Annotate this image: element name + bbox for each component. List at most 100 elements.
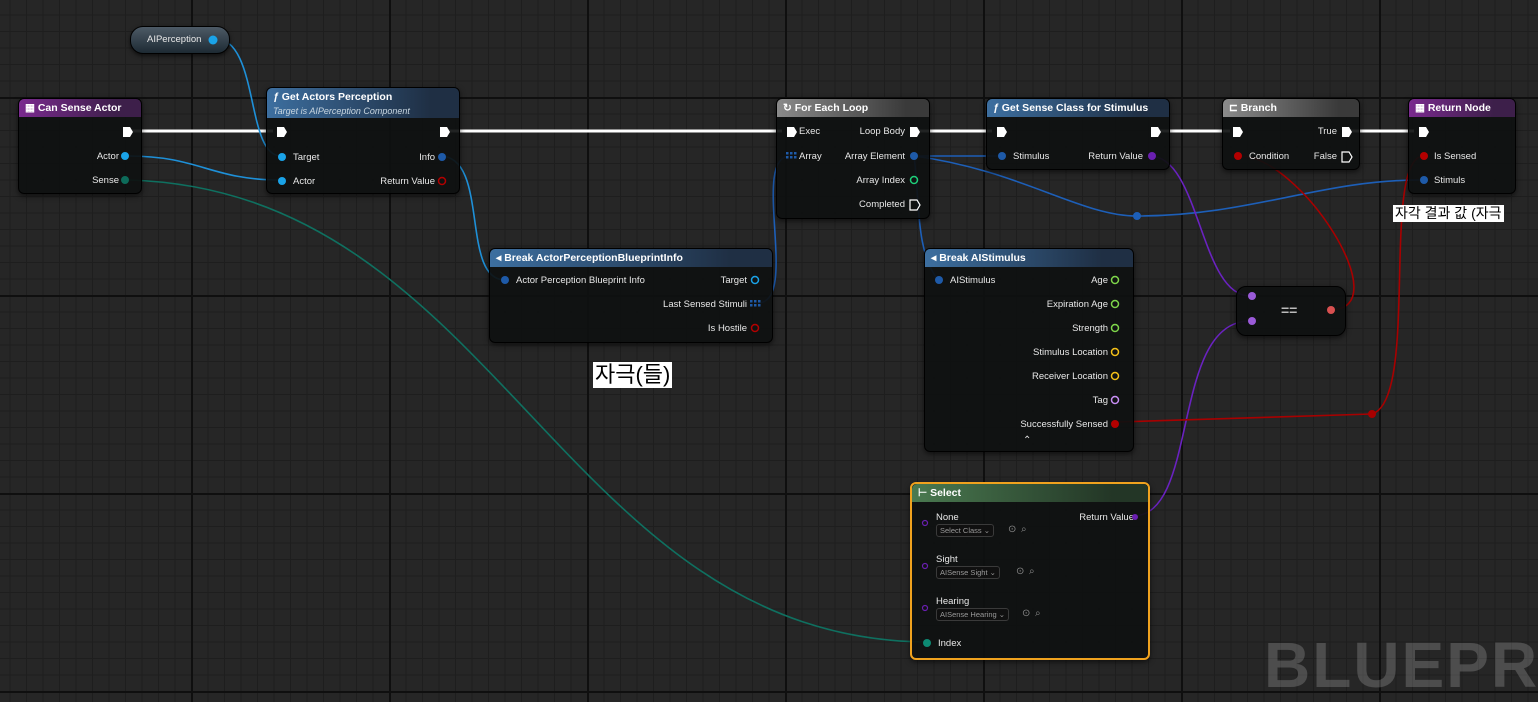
exec-in-pin[interactable] bbox=[1418, 126, 1430, 138]
array-out-pin[interactable] bbox=[750, 299, 762, 311]
class-dropdown[interactable]: AISense Sight ⌄ bbox=[936, 566, 1000, 579]
search-icon[interactable]: ⌕ bbox=[1029, 566, 1035, 577]
struct-pin-label: Actor Perception Blueprint Info bbox=[516, 275, 645, 286]
exec-out-pin[interactable] bbox=[439, 126, 451, 138]
false-pin-label: False bbox=[1313, 151, 1337, 162]
node-title: Break ActorPerceptionBlueprintInfo bbox=[504, 252, 683, 264]
array-element-out-pin[interactable] bbox=[909, 151, 921, 163]
target-pin-label: Target bbox=[720, 275, 747, 286]
node-subtitle: Target is AIPerception Component bbox=[273, 106, 410, 116]
return-value-out-pin[interactable] bbox=[1131, 512, 1143, 524]
actor-pin-label: Actor bbox=[96, 151, 119, 162]
function-icon: ▦ bbox=[1415, 102, 1428, 114]
break-aistimulus-node[interactable]: ◂ Break AIStimulus AIStimulus Age Expira… bbox=[924, 248, 1134, 452]
get-sense-class-node[interactable]: ƒ Get Sense Class for Stimulus Stimulus … bbox=[986, 98, 1170, 170]
search-icon[interactable]: ⌕ bbox=[1035, 608, 1041, 619]
tag-out-pin[interactable] bbox=[1110, 395, 1122, 407]
node-title: Get Actors Perception bbox=[281, 91, 393, 103]
can-sense-actor-node[interactable]: ▦ Can Sense Actor Actor Sense bbox=[18, 98, 142, 194]
completed-pin-label: Completed bbox=[859, 199, 905, 210]
true-out-pin[interactable] bbox=[1341, 126, 1353, 138]
stimuli-caption: 자극(들) bbox=[593, 362, 673, 388]
object-pin[interactable] bbox=[207, 34, 219, 46]
sense-pin-label: Sense bbox=[92, 175, 119, 186]
node-header: ◂ Break ActorPerceptionBlueprintInfo bbox=[490, 249, 772, 267]
bool-out-pin[interactable] bbox=[1326, 305, 1338, 317]
is-sensed-in-pin[interactable] bbox=[1419, 151, 1431, 163]
node-title: Select bbox=[930, 487, 962, 499]
stimulus-location-pin-label: Stimulus Location bbox=[1033, 347, 1108, 358]
class-dropdown[interactable]: AISense Hearing ⌄ bbox=[936, 608, 1010, 621]
equals-operator: == bbox=[1281, 302, 1298, 318]
dropdown-value: AISense Sight bbox=[940, 568, 988, 577]
class-in-pin-b[interactable] bbox=[1247, 316, 1259, 328]
branch-node[interactable]: ⊏ Branch True Condition False bbox=[1222, 98, 1360, 170]
receiver-location-out-pin[interactable] bbox=[1110, 371, 1122, 383]
is-hostile-out-pin[interactable] bbox=[750, 323, 762, 335]
loop-body-out-pin[interactable] bbox=[909, 126, 921, 138]
exec-in-pin[interactable] bbox=[786, 126, 798, 138]
option-none-pin[interactable] bbox=[921, 519, 931, 529]
false-out-pin[interactable] bbox=[1341, 151, 1353, 163]
completed-out-pin[interactable] bbox=[909, 199, 921, 211]
browse-icon[interactable]: ⊙ bbox=[1016, 566, 1024, 577]
aiperception-variable-node[interactable]: AIPerception bbox=[130, 26, 230, 54]
stimulus-location-out-pin[interactable] bbox=[1110, 347, 1122, 359]
class-out-pin[interactable] bbox=[1147, 151, 1159, 163]
index-in-pin[interactable] bbox=[922, 638, 934, 650]
node-title: Break AIStimulus bbox=[939, 252, 1026, 264]
successfully-sensed-out-pin[interactable] bbox=[1110, 419, 1122, 431]
for-each-loop-node[interactable]: ↻ For Each Loop Exec Loop Body Array Arr… bbox=[776, 98, 930, 219]
exec-out-pin[interactable] bbox=[1150, 126, 1162, 138]
browse-icon[interactable]: ⊙ bbox=[1008, 524, 1016, 535]
target-out-pin[interactable] bbox=[750, 275, 762, 287]
target-in-pin[interactable] bbox=[277, 152, 289, 164]
stimuls-in-pin[interactable] bbox=[1419, 175, 1431, 187]
exec-in-pin[interactable] bbox=[276, 126, 288, 138]
break-icon: ◂ bbox=[931, 252, 940, 264]
class-in-pin-a[interactable] bbox=[1247, 291, 1259, 303]
exec-in-pin[interactable] bbox=[996, 126, 1008, 138]
struct-in-pin[interactable] bbox=[934, 275, 946, 287]
return-node[interactable]: ▦ Return Node Is Sensed Stimuls bbox=[1408, 98, 1516, 194]
exec-out-pin[interactable] bbox=[122, 126, 134, 138]
dropdown-value: Select Class bbox=[940, 526, 982, 535]
array-in-pin[interactable] bbox=[786, 151, 798, 163]
search-icon[interactable]: ⌕ bbox=[1021, 524, 1027, 535]
node-header: ƒ Get Sense Class for Stimulus bbox=[987, 99, 1169, 117]
return-value-out-pin[interactable] bbox=[437, 176, 449, 188]
struct-in-pin[interactable] bbox=[500, 275, 512, 287]
strength-out-pin[interactable] bbox=[1110, 323, 1122, 335]
expiration-age-out-pin[interactable] bbox=[1110, 299, 1122, 311]
actor-out-pin[interactable] bbox=[120, 151, 132, 163]
variable-label: AIPerception bbox=[147, 34, 202, 45]
browse-icon[interactable]: ⊙ bbox=[1022, 608, 1030, 619]
age-out-pin[interactable] bbox=[1110, 275, 1122, 287]
tag-pin-label: Tag bbox=[1092, 395, 1108, 406]
select-node[interactable]: ⊢ Select Return Value None Select Class … bbox=[910, 482, 1150, 660]
option-label: None bbox=[936, 512, 959, 523]
array-index-pin-label: Array Index bbox=[856, 175, 905, 186]
break-actor-perception-node[interactable]: ◂ Break ActorPerceptionBlueprintInfo Act… bbox=[489, 248, 773, 343]
option-label: Sight bbox=[936, 554, 958, 565]
class-wire bbox=[1149, 155, 1251, 297]
exec-pin-label: Exec bbox=[799, 126, 821, 137]
collapse-chevron-icon[interactable]: ⌃ bbox=[1023, 435, 1031, 446]
true-pin-label: True bbox=[1317, 126, 1337, 137]
option-hearing-pin[interactable] bbox=[921, 604, 931, 614]
stimuls-pin-label: Stimuls bbox=[1434, 175, 1466, 186]
loop-icon: ↻ bbox=[783, 102, 795, 114]
class-dropdown[interactable]: Select Class ⌄ bbox=[936, 524, 995, 537]
condition-in-pin[interactable] bbox=[1233, 151, 1245, 163]
aistimulus-pin-label: AIStimulus bbox=[950, 275, 996, 286]
dropdown-value: AISense Hearing bbox=[940, 610, 997, 619]
stimulus-in-pin[interactable] bbox=[997, 151, 1009, 163]
option-sight-pin[interactable] bbox=[921, 562, 931, 572]
equals-node[interactable]: == bbox=[1236, 286, 1346, 336]
actor-in-pin[interactable] bbox=[277, 176, 289, 188]
get-actors-perception-node[interactable]: ƒ Get Actors Perception Target is AIPerce… bbox=[266, 87, 460, 194]
sense-out-pin[interactable] bbox=[120, 175, 132, 187]
array-index-out-pin[interactable] bbox=[909, 175, 921, 187]
exec-in-pin[interactable] bbox=[1232, 126, 1244, 138]
info-out-pin[interactable] bbox=[437, 152, 449, 164]
